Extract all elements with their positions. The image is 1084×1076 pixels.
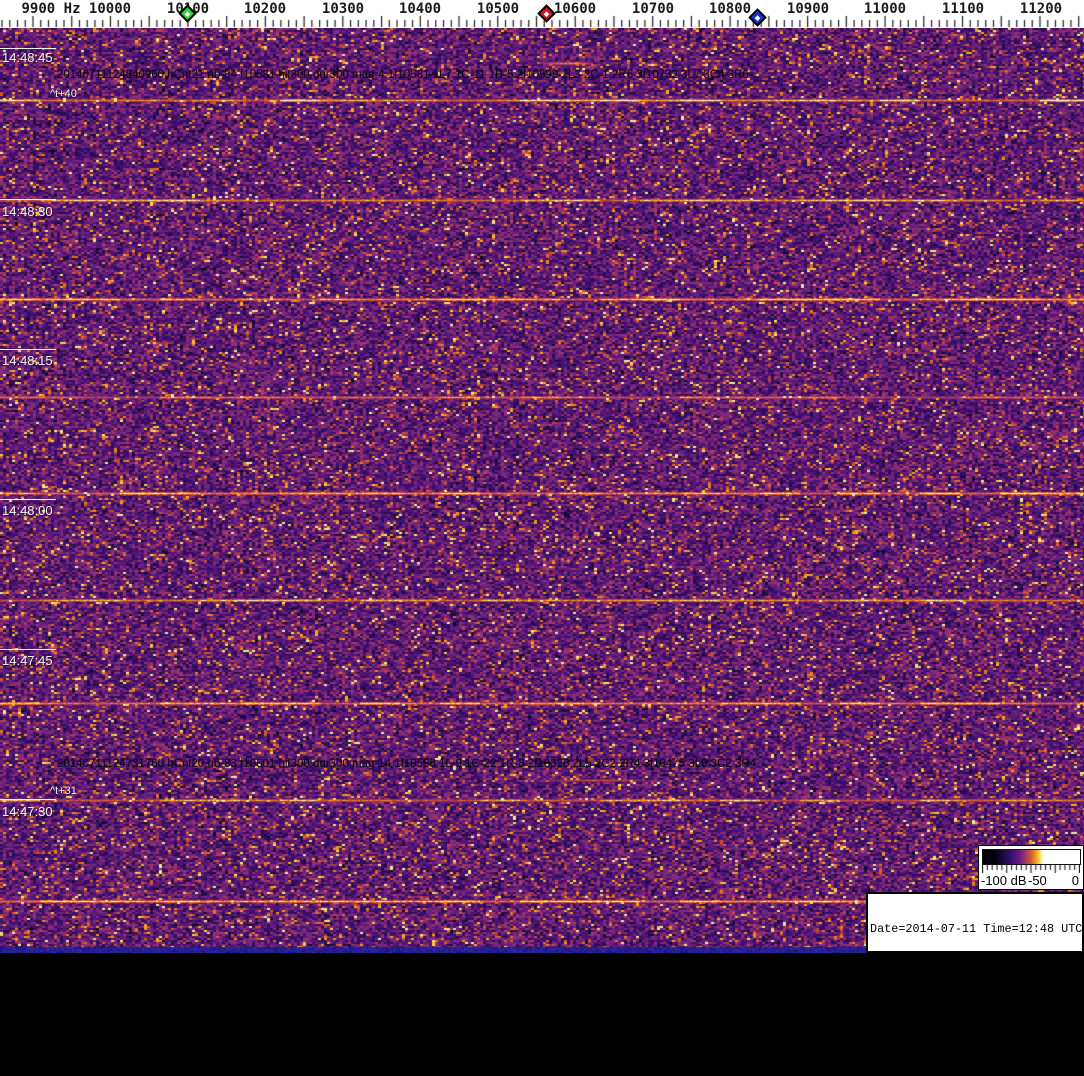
colorbar-label-min: -100 dB [981,873,1027,888]
colorbar-labels: -100 dB -50 0 [979,873,1083,889]
frequency-axis: 9900 Hz100001010010200103001040010500106… [0,0,1084,28]
info-freq-line: Freq=143 050 000 Hz [870,964,1005,978]
colorbar-label-max: 0 [1071,873,1079,888]
freq-tick-label: 10300 [321,1,365,17]
freq-tick-label: 10800 [708,1,752,17]
colorbar-label-mid: -50 [1028,873,1047,888]
info-station-line: OBSUPICE [870,1048,927,1062]
marker-green-dot [184,10,190,16]
freq-tick-label: 10200 [243,1,287,17]
freq-tick-label: 10400 [398,1,442,17]
spectrogram-app-window: { "axis": { "unit": "Hz", "labels": [ {"… [0,0,1084,1062]
info-date-line: Date=2014-07-11 Time=12:48 UTC [870,922,1083,936]
colorbar-gradient [982,849,1081,865]
spectrogram-waterfall [0,28,1084,953]
info-box: Date=2014-07-11 Time=12:48 UTC Freq=143 … [866,892,1084,1062]
colorbar-panel: -100 dB -50 0 [978,845,1084,890]
marker-red-dot [543,10,549,16]
freq-tick-label: 11000 [863,1,907,17]
freq-tick-label: 11100 [941,1,985,17]
info-echo-line: Echo=10 600 Hz [870,1006,970,1020]
freq-tick-label: 10000 [88,1,132,17]
freq-tick-label: 10600 [553,1,597,17]
marker-blue-dot [754,14,760,20]
freq-tick-label: 10700 [631,1,675,17]
freq-tick-label: 10500 [476,1,520,17]
freq-tick-label: 11200 [1019,1,1063,17]
freq-tick-label: 9900 Hz [21,1,81,17]
freq-tick-label: 10900 [786,1,830,17]
colorbar-ticks [982,865,1080,873]
